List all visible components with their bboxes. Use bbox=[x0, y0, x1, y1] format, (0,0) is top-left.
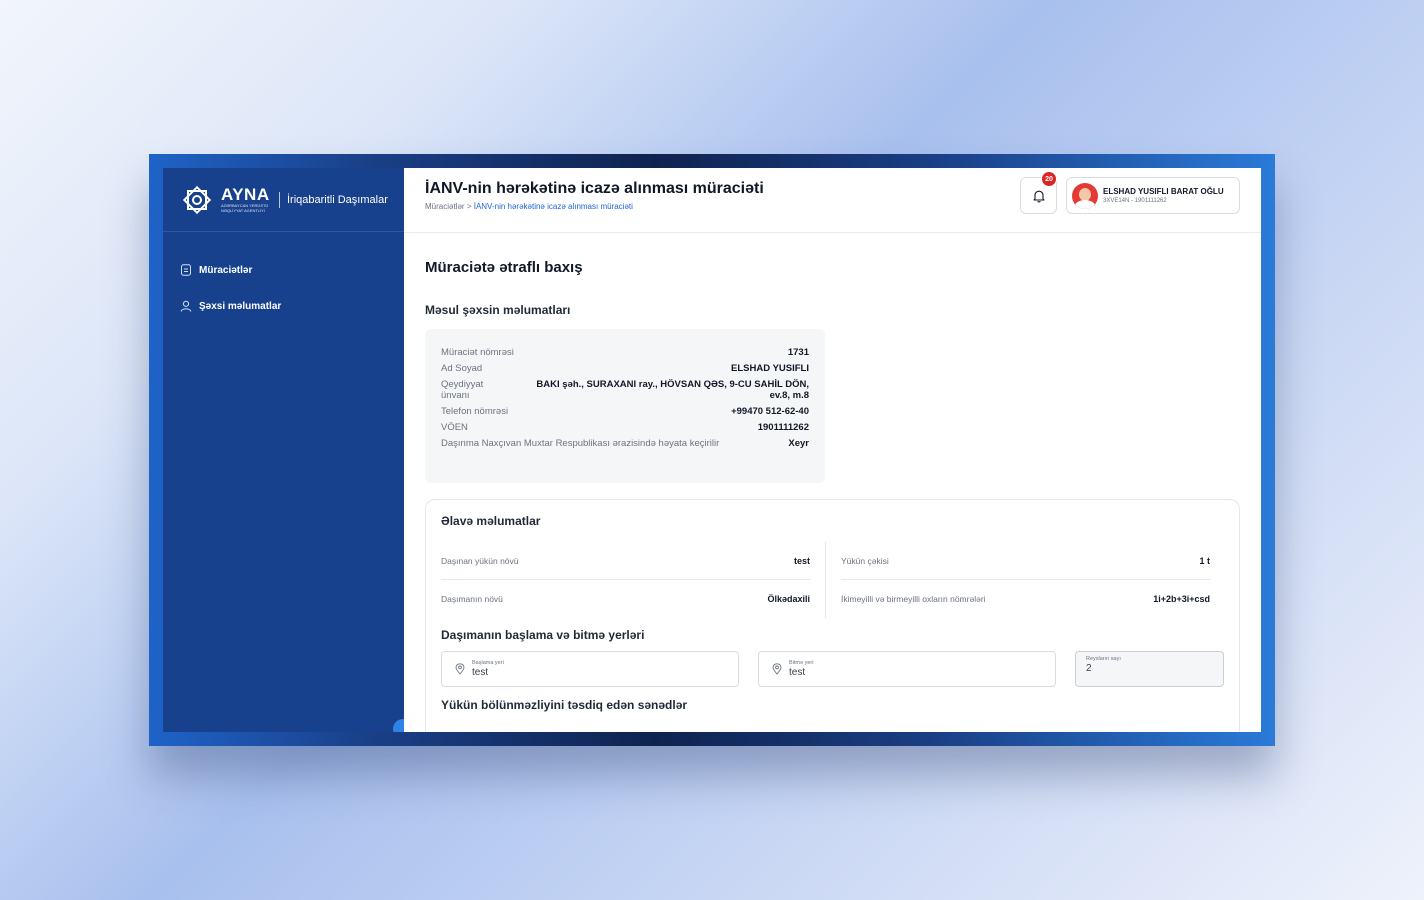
avatar bbox=[1072, 182, 1098, 209]
sidebar-item-label: Müraciətlər bbox=[199, 264, 253, 276]
breadcrumb: Müraciətlər > İANV-nin hərəkətinə icazə … bbox=[425, 202, 633, 211]
brand-subtitle: AZƏRBAYCAN YERÜSTÜ NƏQLİYYAT AGENTLİYİ bbox=[221, 203, 269, 213]
user-icon bbox=[180, 300, 192, 312]
breadcrumb-separator: > bbox=[466, 202, 472, 211]
sidebar: AYNA AZƏRBAYCAN YERÜSTÜ NƏQLİYYAT AGENTL… bbox=[163, 168, 413, 732]
main-content: İANV-nin hərəkətinə icazə alınması mürac… bbox=[404, 168, 1261, 732]
ayna-emblem-icon bbox=[182, 185, 212, 214]
user-menu[interactable]: ELSHAD YUSIFLI BARAT OĞLU 3XVE14N - 1901… bbox=[1066, 177, 1240, 214]
field-value: test bbox=[793, 555, 810, 566]
field-label: VÖEN bbox=[441, 422, 468, 433]
notification-count-badge: 20 bbox=[1041, 171, 1057, 187]
field-value: BAKI şəh., SURAXANI ray., HÖVSAN QƏS, 9-… bbox=[536, 379, 809, 401]
top-bar: İANV-nin hərəkətinə icazə alınması mürac… bbox=[404, 168, 1261, 233]
places-heading: Daşımanın başlama və bitmə yerləri bbox=[441, 628, 645, 642]
field-value: 2 bbox=[1086, 663, 1092, 674]
kv-cargo-type: Daşınan yükün növü test bbox=[441, 542, 810, 580]
page-title: İANV-nin hərəkətinə icazə alınması mürac… bbox=[425, 180, 764, 197]
location-pin-icon bbox=[455, 663, 465, 675]
start-place-field[interactable]: Başlama yeri test bbox=[441, 651, 739, 687]
field-label: Qeydiyyat ünvanı bbox=[441, 379, 484, 401]
trips-count-field[interactable]: Reysların sayı 2 bbox=[1075, 651, 1224, 687]
extra-info-card: Əlavə məlumatlar Daşınan yükün növü test… bbox=[425, 499, 1240, 732]
field-label: Daşımanın növü bbox=[441, 594, 503, 604]
sidebar-nav: Müraciətlər Şəxsi məlumatlar bbox=[163, 232, 404, 324]
field-value: Ölkədaxili bbox=[767, 594, 810, 604]
bell-icon bbox=[1032, 190, 1045, 202]
field-value: +99470 512-62-40 bbox=[731, 406, 809, 417]
field-label: Telefon nömrəsi bbox=[441, 406, 509, 417]
app-name: İriqabaritli Daşımalar bbox=[287, 193, 388, 206]
end-place-field[interactable]: Bitmə yeri test bbox=[758, 651, 1056, 687]
field-label: Bitmə yeri bbox=[789, 660, 814, 666]
field-value: test bbox=[789, 667, 806, 678]
info-row-nakhchivan: Daşınma Naxçıvan Muxtar Respublikası əra… bbox=[441, 438, 809, 449]
documents-heading: Yükün bölünməzliyini təsdiq edən sənədlə… bbox=[441, 698, 688, 712]
field-value: 1901111262 bbox=[757, 422, 809, 433]
field-label: Reysların sayı bbox=[1086, 656, 1121, 662]
field-value: 1 t bbox=[1199, 555, 1210, 566]
info-row-application-number: Müraciət nömrəsi 1731 bbox=[441, 347, 809, 358]
brand-name: AYNA bbox=[221, 185, 270, 204]
kv-axle-numbers: İkimeyilli və birmeyilli oxların nömrələ… bbox=[841, 580, 1210, 618]
document-icon bbox=[181, 264, 191, 276]
sidebar-item-label: Şəxsi məlumatlar bbox=[199, 300, 282, 312]
info-row-voen: VÖEN 1901111262 bbox=[441, 422, 809, 433]
extra-heading: Əlavə məlumatlar bbox=[441, 514, 541, 528]
info-row-address: Qeydiyyat ünvanı BAKI şəh., SURAXANI ray… bbox=[441, 379, 809, 401]
field-value: ELSHAD YUSIFLI bbox=[731, 363, 809, 374]
brand-logo[interactable]: AYNA AZƏRBAYCAN YERÜSTÜ NƏQLİYYAT AGENTL… bbox=[163, 168, 404, 232]
field-label: İkimeyilli və birmeyilli oxların nömrələ… bbox=[841, 594, 986, 604]
user-id: 3XVE14N - 1901111262 bbox=[1103, 197, 1167, 204]
field-label: Daşınan yükün növü bbox=[441, 555, 519, 566]
field-label: Ad Soyad bbox=[441, 363, 483, 374]
responsible-info-card: Müraciət nömrəsi 1731 Ad Soyad ELSHAD YU… bbox=[425, 329, 825, 483]
breadcrumb-root-link[interactable]: Müraciətlər bbox=[425, 202, 465, 211]
brand-divider bbox=[279, 191, 280, 208]
sidebar-item-applications[interactable]: Müraciətlər bbox=[163, 252, 404, 288]
field-label: Daşınma Naxçıvan Muxtar Respublikası əra… bbox=[441, 438, 720, 449]
responsible-heading: Məsul şəxsin məlumatları bbox=[425, 303, 571, 317]
field-value: 1i+2b+3i+csd bbox=[1153, 594, 1210, 604]
field-value: Xeyr bbox=[788, 438, 809, 449]
field-label: Müraciət nömrəsi bbox=[441, 347, 514, 358]
info-row-phone: Telefon nömrəsi +99470 512-62-40 bbox=[441, 406, 809, 417]
user-name: ELSHAD YUSIFLI BARAT OĞLU bbox=[1103, 186, 1224, 196]
field-label: Başlama yeri bbox=[472, 660, 504, 666]
location-pin-icon bbox=[772, 663, 782, 675]
info-row-full-name: Ad Soyad ELSHAD YUSIFLI bbox=[441, 363, 809, 374]
details-heading: Müraciətə ətraflı baxış bbox=[425, 259, 583, 276]
breadcrumb-current: İANV-nin hərəkətinə icazə alınması mürac… bbox=[473, 202, 633, 211]
kv-transport-type: Daşımanın növü Ölkədaxili bbox=[441, 580, 810, 618]
field-value: test bbox=[472, 667, 489, 678]
app-window: AYNA AZƏRBAYCAN YERÜSTÜ NƏQLİYYAT AGENTL… bbox=[163, 168, 1261, 732]
kv-cargo-weight: Yükün çəkisi 1 t bbox=[841, 542, 1210, 580]
field-value: 1731 bbox=[787, 347, 809, 358]
field-label: Yükün çəkisi bbox=[841, 555, 889, 566]
sidebar-item-personal-info[interactable]: Şəxsi məlumatlar bbox=[163, 288, 404, 324]
